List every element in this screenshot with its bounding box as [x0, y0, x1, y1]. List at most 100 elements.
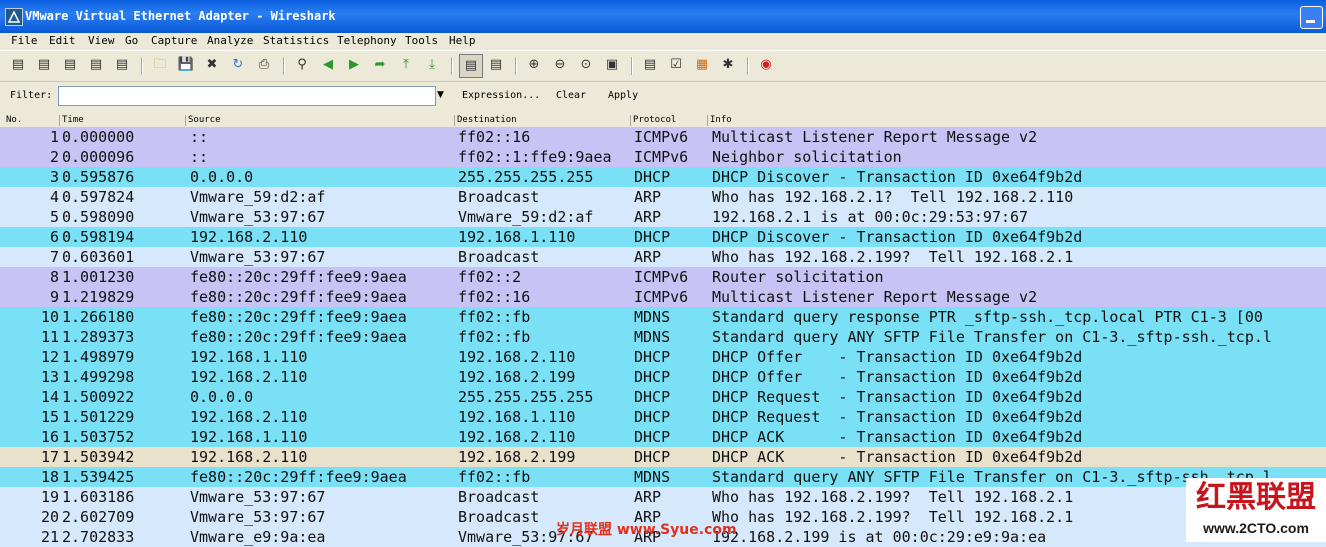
packet-info: Standard query response PTR _sftp-ssh._t… [712, 308, 1263, 326]
column-info[interactable]: Info [710, 113, 732, 127]
menu-edit[interactable]: Edit [49, 33, 76, 49]
save-icon[interactable]: 💾 [177, 56, 195, 74]
resize-columns-icon[interactable]: ▣ [603, 56, 621, 74]
table-row[interactable]: 6 0.598194 192.168.2.110 192.168.1.110 DHCP D… [0, 227, 1326, 247]
auto-scroll-icon[interactable]: ▤ [487, 56, 505, 74]
packet-source: Vmware_53:97:67 [190, 208, 326, 226]
zoom-out-icon[interactable]: ⊖ [551, 56, 569, 74]
print-icon[interactable]: ⎙ [255, 56, 273, 74]
menu-view[interactable]: View [88, 33, 115, 49]
display-filters-icon[interactable]: ☑ [667, 56, 685, 74]
packet-info: DHCP Offer - Transaction ID 0xe64f9b2d [712, 348, 1083, 366]
apply-button[interactable]: Apply [608, 90, 638, 101]
table-row[interactable]: 13 1.499298 192.168.2.110 192.168.2.199 DHCP… [0, 367, 1326, 387]
last-packet-icon[interactable]: ⤓ [423, 56, 441, 74]
table-row[interactable]: 11 1.289373 fe80::20c:29ff:fee9:9aea ff02::… [0, 327, 1326, 347]
chevron-down-icon[interactable]: ▼ [437, 90, 444, 100]
table-row[interactable]: 17 1.503942 192.168.2.110 192.168.2.199 DHCP… [0, 447, 1326, 467]
column-divider[interactable] [707, 115, 708, 126]
packet-source: Vmware_53:97:67 [190, 488, 326, 506]
packet-no: 14 [40, 388, 59, 406]
packet-destination: Vmware_59:d2:af [458, 208, 594, 226]
column-source[interactable]: Source [188, 113, 221, 127]
column-divider[interactable] [185, 115, 186, 126]
menu-statistics[interactable]: Statistics [263, 33, 329, 49]
menu-file[interactable]: File [11, 33, 38, 49]
table-row[interactable]: 3 0.595876 0.0.0.0 255.255.255.255 DHCP DHCP … [0, 167, 1326, 187]
table-row[interactable]: 16 1.503752 192.168.1.110 192.168.2.110 DHCP… [0, 427, 1326, 447]
packet-no: 5 [49, 208, 59, 226]
table-row[interactable]: 18 1.539425 fe80::20c:29ff:fee9:9aea ff02::… [0, 467, 1326, 487]
site-watermark-cn: 岁月联盟 [556, 522, 612, 538]
packet-destination: 192.168.2.199 [458, 448, 576, 466]
table-row[interactable]: 2 0.000096:: ff02::1:ffe9:9aea ICMPv6 Neighb… [0, 147, 1326, 167]
table-row[interactable]: 10 1.266180 fe80::20c:29ff:fee9:9aea ff02::… [0, 307, 1326, 327]
packet-info: Multicast Listener Report Message v2 [712, 128, 1038, 146]
column-time[interactable]: Time [62, 113, 84, 127]
capture-options-icon[interactable]: ▤ [35, 56, 53, 74]
packet-time: 1.289373 [62, 328, 135, 346]
table-row[interactable]: 15 1.501229 192.168.2.110 192.168.1.110 DHCP… [0, 407, 1326, 427]
packet-time: 2.602709 [62, 508, 135, 526]
close-file-icon[interactable]: ✖ [203, 56, 221, 74]
minimize-button[interactable] [1300, 6, 1323, 29]
packet-protocol: ARP [634, 208, 662, 226]
column-divider[interactable] [59, 115, 60, 126]
packet-protocol: ICMPv6 [634, 288, 689, 306]
packet-source: :: [190, 128, 209, 146]
table-row[interactable]: 12 1.498979 192.168.1.110 192.168.2.110 DHCP… [0, 347, 1326, 367]
packet-time: 0.598090 [62, 208, 135, 226]
table-row[interactable]: 9 1.219829 fe80::20c:29ff:fee9:9aea ff02::1… [0, 287, 1326, 307]
packet-protocol: DHCP [634, 348, 671, 366]
packet-protocol: ARP [634, 488, 662, 506]
packet-destination: ff02::16 [458, 128, 531, 146]
column-divider[interactable] [454, 115, 455, 126]
table-row[interactable]: 5 0.598090 Vmware_53:97:67 Vmware_59:d2:af A… [0, 207, 1326, 227]
menu-capture[interactable]: Capture [151, 33, 197, 49]
site-watermark: 岁月联盟 www.Syue.com [556, 519, 737, 539]
column-protocol[interactable]: Protocol [633, 113, 676, 127]
menu-tools[interactable]: Tools [405, 33, 438, 49]
packet-info: DHCP ACK - Transaction ID 0xe64f9b2d [712, 428, 1083, 446]
title-bar: VMware Virtual Ethernet Adapter - Wiresh… [0, 0, 1326, 33]
clear-button[interactable]: Clear [556, 90, 586, 101]
table-row[interactable]: 7 0.603601 Vmware_53:97:67 Broadcast ARP Who … [0, 247, 1326, 267]
packet-no: 19 [40, 488, 59, 506]
table-row[interactable]: 8 1.001230 fe80::20c:29ff:fee9:9aea ff02::2… [0, 267, 1326, 287]
preferences-icon[interactable]: ✱ [719, 56, 737, 74]
packet-source: 192.168.1.110 [190, 428, 308, 446]
help-icon[interactable]: ◉ [757, 56, 775, 74]
packet-source: Vmware_e9:9a:ea [190, 528, 326, 546]
menu-go[interactable]: Go [125, 33, 138, 49]
table-row[interactable]: 19 1.603186 Vmware_53:97:67 Broadcast ARP Who… [0, 487, 1326, 507]
menu-analyze[interactable]: Analyze [207, 33, 253, 49]
table-row[interactable]: 4 0.597824 Vmware_59:d2:af Broadcast ARP Who … [0, 187, 1326, 207]
zoom-in-icon[interactable]: ⊕ [525, 56, 543, 74]
go-back-icon[interactable]: ◀ [319, 56, 337, 74]
colorize-icon[interactable]: ▤ [459, 54, 483, 78]
packet-time: 1.219829 [62, 288, 135, 306]
column-no[interactable]: No. [6, 113, 22, 127]
coloring-rules-icon[interactable]: ▦ [693, 56, 711, 74]
column-divider[interactable] [630, 115, 631, 126]
table-row[interactable]: 14 1.500922 0.0.0.0 255.255.255.255 DHCP DHCP… [0, 387, 1326, 407]
menu-telephony[interactable]: Telephony [337, 33, 397, 49]
first-packet-icon[interactable]: ⤒ [397, 56, 415, 74]
go-forward-icon[interactable]: ▶ [345, 56, 363, 74]
normal-size-icon[interactable]: ⊙ [577, 56, 595, 74]
open-folder-icon[interactable]: 🗀 [151, 56, 169, 74]
restart-capture-icon[interactable]: ▤ [113, 56, 131, 74]
column-destination[interactable]: Destination [457, 113, 517, 127]
table-row[interactable]: 1 0.000000:: ff02::16 ICMPv6 Multicast Liste… [0, 127, 1326, 147]
stop-capture-icon[interactable]: ▤ [87, 56, 105, 74]
menu-help[interactable]: Help [449, 33, 476, 49]
start-capture-icon[interactable]: ▤ [61, 56, 79, 74]
packet-no: 8 [49, 268, 59, 286]
find-packet-icon[interactable]: ⚲ [293, 56, 311, 74]
expression-button[interactable]: Expression... [462, 90, 540, 101]
interfaces-icon[interactable]: ▤ [9, 56, 27, 74]
go-to-packet-icon[interactable]: ➦ [371, 56, 389, 74]
capture-filters-icon[interactable]: ▤ [641, 56, 659, 74]
reload-icon[interactable]: ↻ [229, 56, 247, 74]
filter-input[interactable] [58, 86, 436, 106]
